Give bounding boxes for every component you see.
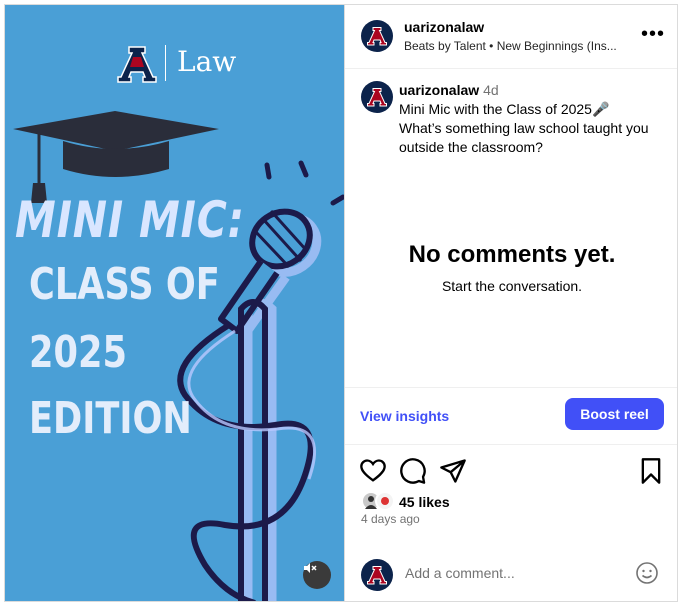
emoji-icon[interactable] bbox=[635, 561, 659, 585]
speaker-muted-icon bbox=[304, 563, 317, 573]
view-insights-link[interactable]: View insights bbox=[360, 408, 449, 424]
logo-divider bbox=[165, 45, 166, 81]
arizona-a-logo bbox=[367, 566, 387, 585]
reel-line-2: 2025 bbox=[29, 327, 127, 378]
caption: uarizonalaw 4d Mini Mic with the Class of… bbox=[399, 81, 667, 157]
insights-bar: View insights Boost reel bbox=[345, 387, 677, 445]
arizona-a-logo bbox=[367, 88, 387, 107]
avatar[interactable] bbox=[361, 81, 393, 113]
no-comments-title: No comments yet. bbox=[408, 241, 616, 268]
caption-line-2: What’s something law school taught you o… bbox=[399, 120, 649, 155]
bookmark-icon[interactable] bbox=[637, 457, 665, 485]
avatar[interactable] bbox=[361, 20, 393, 52]
action-bar bbox=[345, 457, 677, 487]
caption-username[interactable]: uarizonalaw bbox=[399, 82, 479, 98]
avatar bbox=[361, 559, 393, 591]
heart-icon[interactable] bbox=[359, 457, 387, 485]
more-options-icon[interactable]: ••• bbox=[641, 23, 665, 46]
add-comment-bar: Add a comment... bbox=[345, 545, 677, 601]
reel-headline: MINI MIC: bbox=[15, 191, 245, 249]
reel-line-1: CLASS OF bbox=[29, 259, 220, 310]
audio-track[interactable]: Beats by Talent • New Beginnings (Ins... bbox=[404, 39, 644, 53]
share-icon[interactable] bbox=[439, 457, 467, 485]
post-sidebar: uarizonalaw Beats by Talent • New Beginn… bbox=[344, 5, 677, 601]
reel-line-3: EDITION bbox=[29, 393, 192, 444]
post-modal: Law MINI MIC: CLASS OF 2025 EDITION uari… bbox=[4, 4, 678, 602]
likes-count[interactable]: 45 likes bbox=[399, 494, 450, 510]
comment-input[interactable]: Add a comment... bbox=[405, 565, 515, 581]
reel-video[interactable]: Law MINI MIC: CLASS OF 2025 EDITION bbox=[5, 5, 344, 601]
post-date[interactable]: 4 days ago bbox=[361, 512, 420, 526]
logo-icon bbox=[381, 497, 389, 505]
post-header: uarizonalaw Beats by Talent • New Beginn… bbox=[345, 5, 677, 69]
comment-icon[interactable] bbox=[399, 457, 427, 485]
arizona-a-logo bbox=[367, 27, 387, 46]
liker-avatar[interactable] bbox=[375, 491, 395, 511]
caption-time: 4d bbox=[483, 82, 499, 98]
no-comments-subtitle: Start the conversation. bbox=[441, 278, 583, 294]
boost-reel-button[interactable]: Boost reel bbox=[565, 398, 664, 430]
header-username[interactable]: uarizonalaw bbox=[404, 19, 484, 35]
brand-text: Law bbox=[177, 45, 237, 78]
mute-button[interactable] bbox=[303, 561, 331, 589]
caption-line-1: Mini Mic with the Class of 2025🎤 bbox=[399, 101, 610, 117]
